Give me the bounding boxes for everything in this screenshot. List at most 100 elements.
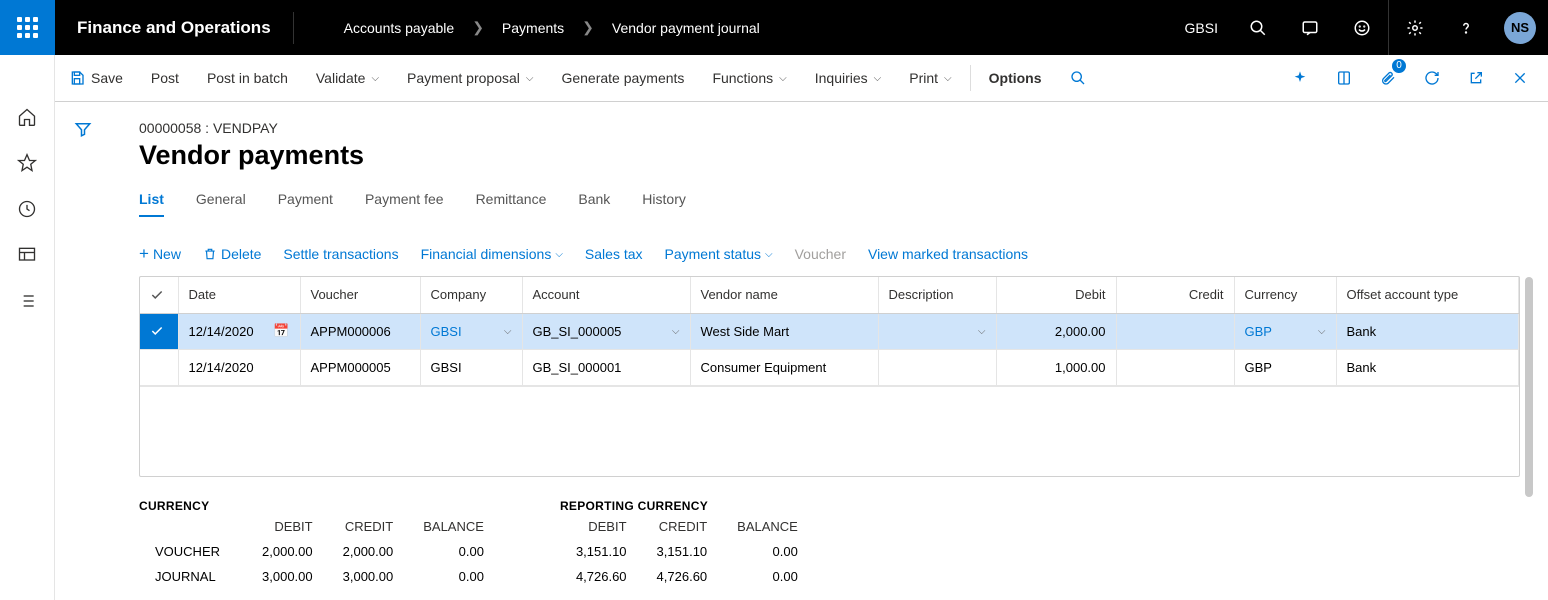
inquiries-menu[interactable]: Inquiries⌵	[801, 55, 896, 102]
workspaces-button[interactable]	[17, 245, 37, 265]
recent-button[interactable]	[17, 199, 37, 219]
new-button[interactable]: +New	[139, 244, 181, 264]
tab-general[interactable]: General	[196, 191, 246, 217]
tab-payment[interactable]: Payment	[278, 191, 333, 217]
filter-panel-toggle[interactable]	[55, 102, 111, 600]
cell-currency[interactable]: GBP	[1234, 349, 1336, 385]
view-marked-button[interactable]: View marked transactions	[868, 246, 1028, 262]
summary-currency-title: CURRENCY	[139, 499, 500, 513]
chevron-down-icon[interactable]: ⌵	[978, 326, 986, 337]
col-vendor-name[interactable]: Vendor name	[690, 277, 878, 313]
cell-debit[interactable]: 2,000.00	[996, 313, 1116, 349]
tab-bank[interactable]: Bank	[578, 191, 610, 217]
journal-id: 00000058 : VENDPAY	[139, 120, 1520, 136]
cell-date[interactable]: 12/14/2020	[178, 349, 300, 385]
row-checkbox[interactable]	[140, 349, 178, 385]
cell-company[interactable]: GBSI	[420, 349, 522, 385]
search-button[interactable]	[1232, 0, 1284, 55]
list-icon	[17, 291, 37, 311]
cell-offset[interactable]: Bank	[1336, 313, 1519, 349]
save-label: Save	[91, 70, 123, 86]
breadcrumb-item[interactable]: Accounts payable	[344, 20, 455, 36]
save-button[interactable]: Save	[55, 55, 137, 102]
settle-transactions-button[interactable]: Settle transactions	[283, 246, 398, 262]
tab-list[interactable]: List	[139, 191, 164, 217]
chevron-down-icon: ⌵	[779, 73, 787, 84]
close-button[interactable]	[1498, 55, 1542, 102]
grid-scrollbar[interactable]	[1525, 277, 1533, 497]
cell-debit[interactable]: 1,000.00	[996, 349, 1116, 385]
chevron-down-icon: ⌵	[944, 73, 952, 84]
validate-menu[interactable]: Validate⌵	[302, 55, 393, 102]
cell-description[interactable]: ⌵	[878, 313, 996, 349]
cell-account[interactable]: GB_SI_000005⌵	[522, 313, 690, 349]
chevron-down-icon: ⌵	[371, 73, 379, 84]
page-tabs: List General Payment Payment fee Remitta…	[139, 191, 1520, 218]
cell-credit[interactable]	[1116, 349, 1234, 385]
home-button[interactable]	[17, 107, 37, 127]
cell-offset[interactable]: Bank	[1336, 349, 1519, 385]
summary-reporting-title: REPORTING CURRENCY	[560, 499, 814, 513]
action-search-button[interactable]	[1056, 55, 1100, 102]
modules-button[interactable]	[17, 291, 37, 311]
col-account[interactable]: Account	[522, 277, 690, 313]
refresh-button[interactable]	[1410, 55, 1454, 102]
tab-history[interactable]: History	[642, 191, 686, 217]
favorites-button[interactable]	[17, 153, 37, 173]
post-button[interactable]: Post	[137, 55, 193, 102]
chevron-down-icon[interactable]: ⌵	[504, 326, 512, 337]
financial-dimensions-menu[interactable]: Financial dimensions⌵	[421, 246, 563, 262]
delete-button[interactable]: Delete	[203, 246, 261, 262]
payment-status-menu[interactable]: Payment status⌵	[665, 246, 773, 262]
user-avatar[interactable]: NS	[1504, 12, 1536, 44]
chevron-down-icon[interactable]: ⌵	[672, 326, 680, 337]
col-debit[interactable]: Debit	[996, 277, 1116, 313]
col-voucher[interactable]: Voucher	[300, 277, 420, 313]
settings-button[interactable]	[1388, 0, 1440, 55]
tab-remittance[interactable]: Remittance	[476, 191, 547, 217]
cell-account[interactable]: GB_SI_000001	[522, 349, 690, 385]
calendar-icon[interactable]: 📅	[273, 323, 289, 339]
cell-date[interactable]: 12/14/2020📅	[178, 313, 300, 349]
attachments-button[interactable]: 0	[1366, 55, 1410, 102]
cell-credit[interactable]	[1116, 313, 1234, 349]
cell-company[interactable]: GBSI⌵	[420, 313, 522, 349]
personalize-button[interactable]	[1278, 55, 1322, 102]
sparkle-icon	[1292, 70, 1308, 86]
col-description[interactable]: Description	[878, 277, 996, 313]
help-button[interactable]	[1440, 0, 1492, 55]
print-menu[interactable]: Print⌵	[895, 55, 965, 102]
cell-vendor-name[interactable]: Consumer Equipment	[690, 349, 878, 385]
app-launcher-button[interactable]	[0, 0, 55, 55]
cell-currency[interactable]: GBP⌵	[1234, 313, 1336, 349]
options-button[interactable]: Options	[975, 55, 1056, 102]
breadcrumb-item[interactable]: Vendor payment journal	[612, 20, 760, 36]
col-offset[interactable]: Offset account type	[1336, 277, 1519, 313]
messages-button[interactable]	[1284, 0, 1336, 55]
select-all-checkbox[interactable]	[140, 277, 178, 313]
cell-voucher[interactable]: APPM000006	[300, 313, 420, 349]
row-checkbox[interactable]	[140, 313, 178, 349]
cell-vendor-name[interactable]: West Side Mart	[690, 313, 878, 349]
payment-proposal-menu[interactable]: Payment proposal⌵	[393, 55, 547, 102]
feedback-button[interactable]	[1336, 0, 1388, 55]
functions-menu[interactable]: Functions⌵	[698, 55, 800, 102]
page-options-button[interactable]	[1322, 55, 1366, 102]
col-company[interactable]: Company	[420, 277, 522, 313]
table-row[interactable]: 12/14/2020📅 APPM000006 GBSI⌵ GB_SI_00000…	[140, 313, 1519, 349]
col-currency[interactable]: Currency	[1234, 277, 1336, 313]
table-row[interactable]: 12/14/2020 APPM000005 GBSI GB_SI_000001 …	[140, 349, 1519, 385]
chevron-down-icon[interactable]: ⌵	[1318, 326, 1326, 337]
col-date[interactable]: Date	[178, 277, 300, 313]
cell-description[interactable]	[878, 349, 996, 385]
post-in-batch-button[interactable]: Post in batch	[193, 55, 302, 102]
action-bar: Save Post Post in batch Validate⌵ Paymen…	[0, 55, 1548, 102]
popout-button[interactable]	[1454, 55, 1498, 102]
cell-voucher[interactable]: APPM000005	[300, 349, 420, 385]
tab-payment-fee[interactable]: Payment fee	[365, 191, 444, 217]
sales-tax-button[interactable]: Sales tax	[585, 246, 643, 262]
company-label[interactable]: GBSI	[1171, 20, 1232, 36]
breadcrumb-item[interactable]: Payments	[502, 20, 564, 36]
col-credit[interactable]: Credit	[1116, 277, 1234, 313]
generate-payments-button[interactable]: Generate payments	[547, 55, 698, 102]
